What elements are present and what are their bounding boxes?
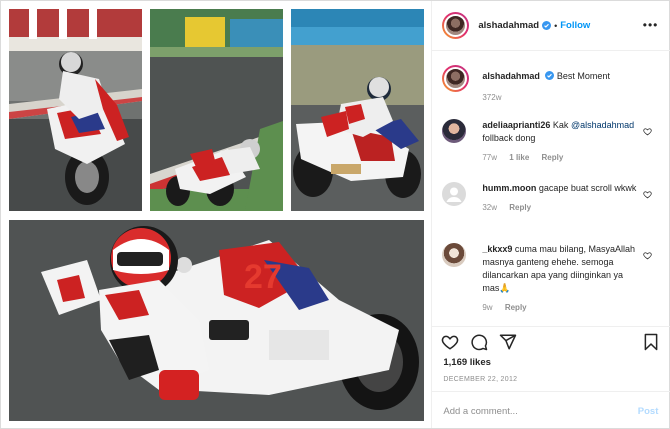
avatar[interactable] [442, 182, 469, 209]
verified-icon [542, 21, 552, 30]
share-icon[interactable] [499, 333, 517, 351]
post-date[interactable]: DECEMBER 22, 2012 [443, 376, 517, 383]
comment-age[interactable]: 9w [482, 303, 492, 312]
reply-button[interactable]: Reply [542, 153, 564, 162]
photo-rider-leaning-left [9, 9, 142, 211]
caption-body: Best Moment [556, 71, 610, 81]
like-count[interactable]: 1,169 likes [443, 357, 491, 368]
comment-likes[interactable]: 1 like [509, 153, 529, 162]
caption-username[interactable]: alshadahmad [482, 71, 540, 81]
comment-text: _kkxx9 cuma mau bilang, MasyaAllah masny… [482, 243, 664, 295]
comment-body: Kak [552, 120, 569, 130]
caption-meta: 372w [482, 93, 664, 102]
action-icons [441, 333, 517, 351]
comment-username[interactable]: _kkxx9 [482, 244, 512, 254]
list-item: humm.moon gacape buat scroll wkwk 32w Re… [442, 182, 664, 212]
list-item: _kkxx9 cuma mau bilang, MasyaAllah masny… [442, 243, 664, 312]
comment-input[interactable]: Add a comment... [443, 406, 517, 417]
heart-icon[interactable] [643, 190, 653, 199]
heart-icon[interactable] [441, 333, 459, 351]
header-username[interactable]: alshadahmad [478, 20, 539, 31]
bike-number: 27 [244, 258, 282, 296]
bookmark-icon[interactable] [642, 333, 660, 351]
comment-meta: 32w Reply [482, 203, 664, 212]
photo-rider-knee-down [291, 9, 424, 211]
instagram-post: 27 alshadahmad • Follow ••• alshadahmad … [0, 0, 670, 429]
reply-button[interactable]: Reply [505, 303, 527, 312]
photo-rider-exiting-corner [150, 9, 283, 211]
avatar[interactable] [442, 243, 469, 270]
comment-text: humm.moon gacape buat scroll wkwk [482, 182, 664, 195]
post-actions: 1,169 likes DECEMBER 22, 2012 Add a comm… [432, 326, 670, 428]
post-sidebar: alshadahmad • Follow ••• alshadahmad Bes… [431, 1, 670, 428]
comment-icon[interactable] [470, 333, 488, 351]
comment-body-end: follback dong [482, 133, 536, 143]
comment-text: adeliaaprianti26 Kak @alshadahmad follba… [482, 119, 664, 145]
photo-closeup-rider-number-27: 27 [9, 220, 424, 421]
avatar[interactable] [442, 12, 470, 39]
follow-button[interactable]: Follow [560, 20, 590, 31]
avatar[interactable] [442, 65, 470, 92]
comment-username[interactable]: adeliaaprianti26 [482, 120, 550, 130]
verified-icon [545, 71, 555, 80]
comment-meta: 9w Reply [482, 303, 664, 312]
post-media[interactable]: 27 [1, 1, 432, 428]
add-comment-bar: Add a comment... Post [432, 391, 670, 429]
avatar[interactable] [442, 119, 469, 146]
comments-list[interactable]: alshadahmad Best Moment 372w adeliaapria… [432, 51, 670, 326]
heart-icon[interactable] [643, 251, 653, 260]
comment-meta: 77w 1 like Reply [482, 153, 664, 162]
comment-age[interactable]: 32w [482, 203, 497, 212]
comment-body: gacape buat scroll wkwk [538, 183, 637, 193]
caption-age[interactable]: 372w [482, 93, 501, 102]
post-header: alshadahmad • Follow ••• [432, 1, 670, 51]
post-comment-button[interactable]: Post [638, 406, 659, 417]
comment-age[interactable]: 77w [482, 153, 497, 162]
caption-text: alshadahmad Best Moment [482, 65, 664, 83]
list-item: adeliaaprianti26 Kak @alshadahmad follba… [442, 119, 664, 162]
mention-link[interactable]: @alshadahmad [571, 120, 634, 130]
default-avatar-icon [446, 187, 462, 202]
heart-icon[interactable] [643, 127, 653, 136]
caption: alshadahmad Best Moment 372w [442, 65, 664, 102]
comment-username[interactable]: humm.moon [482, 183, 536, 193]
more-icon[interactable]: ••• [643, 19, 659, 31]
separator: • [554, 20, 558, 31]
reply-button[interactable]: Reply [509, 203, 531, 212]
